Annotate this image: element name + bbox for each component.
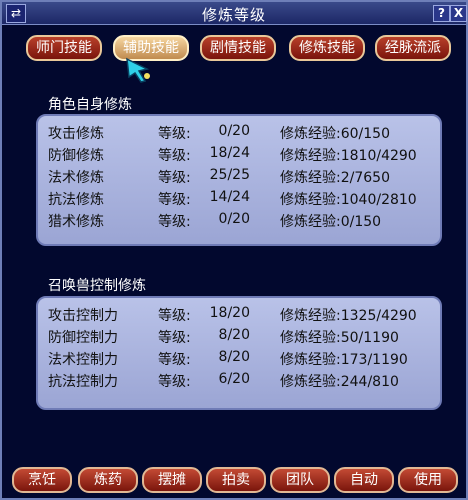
team-button[interactable]: 团队 <box>270 467 330 493</box>
auto-button[interactable]: 自动 <box>334 467 394 493</box>
level-label: 等级: <box>158 330 191 346</box>
exp-label: 修炼经验:2/7650 <box>280 170 390 186</box>
exp-label: 修炼经验:50/1190 <box>280 330 399 346</box>
level-label: 等级: <box>158 352 191 368</box>
level-value: 0/20 <box>218 211 250 227</box>
self-cultivation-panel: 攻击修炼 等级: 0/20 修炼经验:60/150 防御修炼 等级: 18/24… <box>36 114 442 246</box>
auction-button[interactable]: 拍卖 <box>206 467 266 493</box>
cooking-button[interactable]: 烹饪 <box>12 467 72 493</box>
skill-name: 法术控制力 <box>48 352 118 368</box>
tab-cultivation-skills[interactable]: 修炼技能 <box>289 35 365 61</box>
skill-name: 抗法修炼 <box>48 192 104 208</box>
skill-name: 防御修炼 <box>48 148 104 164</box>
tab-story-skills[interactable]: 剧情技能 <box>200 35 276 61</box>
pet-cultivation-title: 召唤兽控制修炼 <box>48 278 146 294</box>
skill-name: 法术修炼 <box>48 170 104 186</box>
level-value: 8/20 <box>218 349 250 365</box>
level-label: 等级: <box>158 308 191 324</box>
skill-name: 攻击修炼 <box>48 126 104 142</box>
skill-name: 猎术修炼 <box>48 214 104 230</box>
exp-label: 修炼经验:173/1190 <box>280 352 408 368</box>
exp-label: 修炼经验:60/150 <box>280 126 390 142</box>
level-label: 等级: <box>158 170 191 186</box>
alchemy-button[interactable]: 炼药 <box>78 467 138 493</box>
level-value: 25/25 <box>209 167 250 183</box>
self-cultivation-title: 角色自身修炼 <box>48 97 132 113</box>
level-value: 8/20 <box>218 327 250 343</box>
level-label: 等级: <box>158 192 191 208</box>
title-bar[interactable]: ⇄ 修炼等级 ? X <box>2 2 467 25</box>
skill-name: 防御控制力 <box>48 330 118 346</box>
help-button[interactable]: ? <box>433 5 450 22</box>
level-value: 18/24 <box>209 145 250 161</box>
skill-name: 攻击控制力 <box>48 308 118 324</box>
skills-window: ⇄ 修炼等级 ? X 师门技能 辅助技能 剧情技能 修炼技能 经脉流派 角色自身… <box>0 0 468 500</box>
exp-label: 修炼经验:244/810 <box>280 374 399 390</box>
level-label: 等级: <box>158 214 191 230</box>
level-value: 18/20 <box>209 305 250 321</box>
close-button[interactable]: X <box>450 5 467 22</box>
tab-school-skills[interactable]: 师门技能 <box>26 35 102 61</box>
level-value: 6/20 <box>218 371 250 387</box>
level-value: 14/24 <box>209 189 250 205</box>
stall-button[interactable]: 摆摊 <box>142 467 202 493</box>
level-label: 等级: <box>158 148 191 164</box>
exp-label: 修炼经验:1325/4290 <box>280 308 417 324</box>
level-label: 等级: <box>158 374 191 390</box>
pointer-cursor-icon <box>126 57 150 83</box>
window-title: 修炼等级 <box>201 6 266 24</box>
level-label: 等级: <box>158 126 191 142</box>
exp-label: 修炼经验:0/150 <box>280 214 382 230</box>
use-button[interactable]: 使用 <box>398 467 458 493</box>
skill-name: 抗法控制力 <box>48 374 118 390</box>
exp-label: 修炼经验:1810/4290 <box>280 148 417 164</box>
tab-meridian-school[interactable]: 经脉流派 <box>375 35 451 61</box>
exp-label: 修炼经验:1040/2810 <box>280 192 417 208</box>
pet-cultivation-panel: 攻击控制力 等级: 18/20 修炼经验:1325/4290 防御控制力 等级:… <box>36 296 442 410</box>
level-value: 0/20 <box>218 123 250 139</box>
